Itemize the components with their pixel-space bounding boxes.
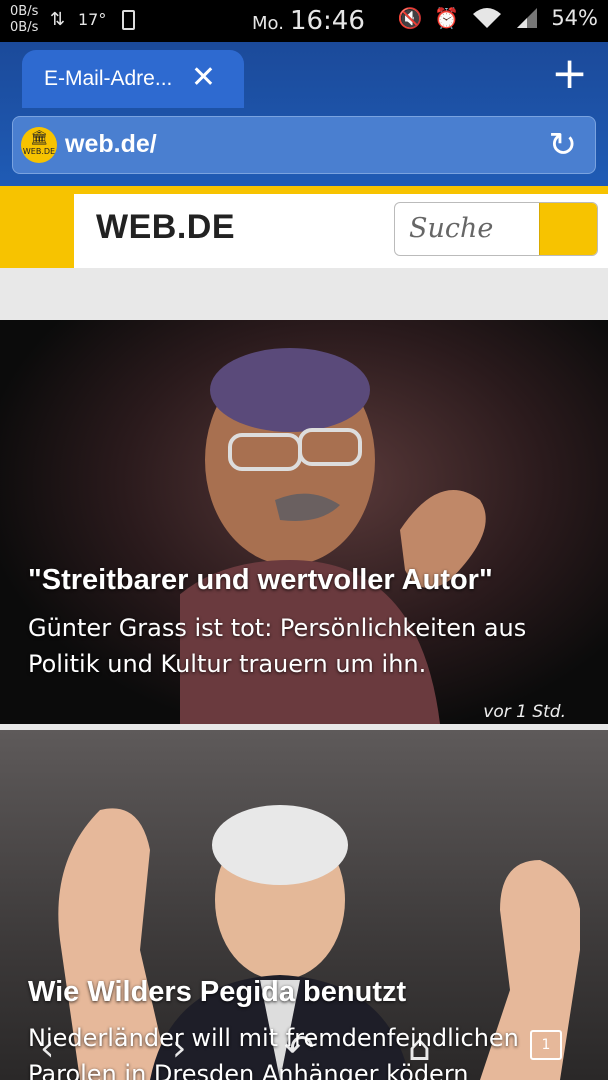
reload-icon[interactable]: ↻ bbox=[549, 125, 578, 165]
article-card[interactable]: "Streitbarer und wertvoller Autor" Günte… bbox=[0, 320, 608, 724]
site-logo[interactable]: WEB.DE bbox=[96, 208, 235, 247]
clock: Mo. 16:46 bbox=[252, 6, 365, 36]
clock-time: 16:46 bbox=[289, 6, 365, 36]
close-tab-icon[interactable]: ✕ bbox=[191, 60, 216, 95]
forward-icon[interactable]: › bbox=[172, 1028, 186, 1069]
search-input[interactable]: Suche bbox=[409, 213, 493, 244]
phone-icon bbox=[122, 10, 135, 30]
battery-level: 54% bbox=[551, 6, 598, 30]
site-icon-text: WEB.DE bbox=[22, 147, 56, 156]
search-button[interactable] bbox=[539, 203, 597, 255]
status-bar: 0B/s 0B/s ⇅ 17° Mo. 16:46 🔇 ⏰ 54% bbox=[0, 0, 608, 42]
home-icon[interactable]: ⌂ bbox=[408, 1028, 431, 1069]
network-speed: 0B/s 0B/s bbox=[10, 4, 38, 36]
browser-tab[interactable]: E-Mail-Adre... ✕ bbox=[22, 50, 244, 108]
browser-bottom-nav: ‹ › ↶ ⌂ 1 bbox=[0, 1020, 608, 1080]
address-bar[interactable]: 🏛 WEB.DE web.de/ ↻ bbox=[12, 116, 596, 174]
clock-day: Mo. bbox=[252, 13, 284, 34]
alarm-icon: ⏰ bbox=[434, 6, 460, 30]
net-up-speed: 0B/s bbox=[10, 4, 39, 19]
back-icon[interactable]: ‹ bbox=[40, 1028, 54, 1069]
building-icon: 🏛 bbox=[30, 130, 48, 146]
net-down-speed: 0B/s bbox=[10, 20, 39, 35]
mute-icon: 🔇 bbox=[397, 6, 423, 30]
article-headline[interactable]: Wie Wilders Pegida benutzt bbox=[28, 976, 406, 1009]
tab-title: E-Mail-Adre... bbox=[44, 67, 173, 90]
site-favicon-icon: 🏛 WEB.DE bbox=[21, 127, 57, 163]
temperature: 17° bbox=[78, 10, 107, 29]
new-tab-icon[interactable]: + bbox=[551, 50, 588, 98]
search-box: Suche bbox=[394, 202, 598, 256]
browser-toolbar: E-Mail-Adre... ✕ + 🏛 WEB.DE web.de/ ↻ bbox=[0, 42, 608, 186]
article-timestamp: vor 1 Std. bbox=[483, 702, 566, 722]
data-transfer-icon: ⇅ bbox=[50, 9, 66, 30]
article-teaser[interactable]: Günter Grass ist tot: Persönlichkeiten a… bbox=[28, 610, 588, 682]
spacer bbox=[0, 268, 608, 320]
share-icon[interactable]: ↶ bbox=[284, 1028, 314, 1069]
article-headline[interactable]: "Streitbarer und wertvoller Autor" bbox=[28, 564, 493, 597]
wifi-icon bbox=[473, 8, 502, 28]
signal-icon bbox=[517, 8, 538, 28]
tab-switcher-icon[interactable]: 1 bbox=[530, 1030, 562, 1060]
url-text[interactable]: web.de/ bbox=[65, 130, 157, 159]
status-icons: 🔇 ⏰ 54% bbox=[398, 6, 599, 30]
